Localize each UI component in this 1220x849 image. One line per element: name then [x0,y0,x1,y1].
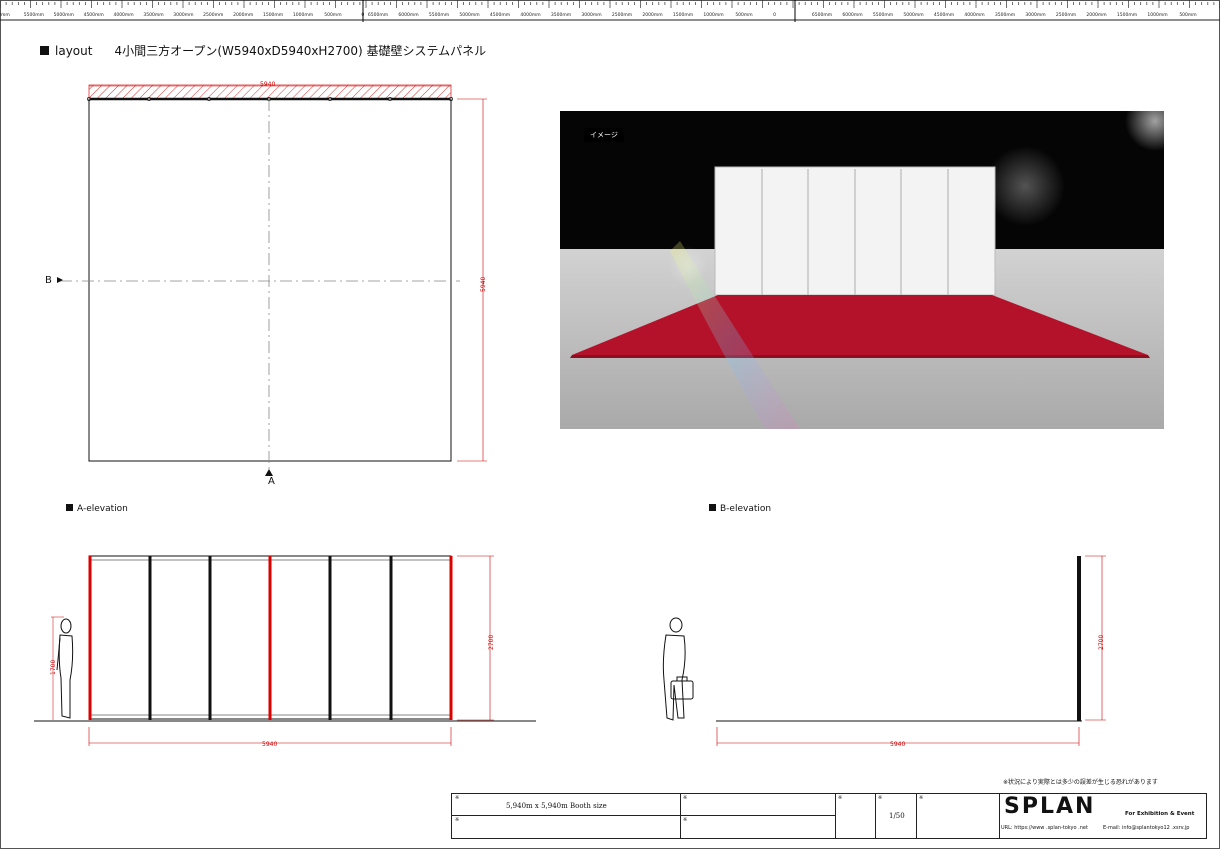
plan-width-dimension: 5940 [260,81,276,88]
b-width-dimension: 5940 [890,741,906,748]
marker-a: A [268,476,275,487]
render-label: イメージ [584,128,624,142]
plan-depth-dimension: 5940 [480,276,487,292]
mark-7: ※ [919,795,924,801]
mark-4: ※ [683,817,688,823]
ruler-label: 1000mm [703,12,723,18]
person-height-dimension: 1700 [50,659,57,675]
company-url: URL: https://www .splan-tokyo .net [1001,825,1088,831]
ruler-label: 3000mm [1025,12,1045,18]
ruler-label: 2000mm [642,12,662,18]
scale-text: 1/50 [889,812,905,820]
mark-1: ※ [455,795,460,801]
booth-render-image [560,111,1164,429]
ruler-label: 500mm [735,12,752,18]
booth-size-text: 5,940m x 5,940m Booth size [506,802,607,810]
ruler-label: 1000mm [1147,12,1167,18]
ruler-label: 1500mm [1117,12,1137,18]
mark-3: ※ [683,795,688,801]
logo-tagline: For Exhibition & Event [1125,811,1195,817]
b-elevation-drawing [662,555,1106,746]
disclaimer-note: ※状況により実際とは多少の誤差が生じる恐れがあります [1003,779,1158,786]
a-width-dimension: 5940 [262,741,278,748]
mark-5: ※ [838,795,843,801]
ruler-label: 0 [773,12,776,18]
ruler-label: 3000mm [581,12,601,18]
mark-2: ※ [455,817,460,823]
ruler-label: 3500mm [995,12,1015,18]
ruler-label: 4500mm [934,12,954,18]
bullet-square-icon [709,504,716,511]
company-email: E-mail: info@splantokyo12 .xsrv.jp [1103,825,1190,831]
ruler-label: 2500mm [612,12,632,18]
booth-outline [88,98,452,462]
bullet-square-icon [66,504,73,511]
a-elevation-drawing [34,555,536,746]
b-height-dimension: 2700 [1098,634,1105,650]
ruler-label: 6000mm [842,12,862,18]
ruler-label: 2000mm [1086,12,1106,18]
ruler-label: 4000mm [964,12,984,18]
a-elevation-heading: A-elevation [66,504,128,514]
floor-plan [57,84,487,476]
title-block: ※ ※ ※ ※ ※ ※ ※ 5,940m x 5,940m Booth size… [451,793,1207,839]
ruler-label: 2500mm [1056,12,1076,18]
b-elevation-heading: B-elevation [709,504,771,514]
ruler-label: 6500mm [812,12,832,18]
person-with-briefcase-icon [662,617,694,721]
ruler-label: 5000mm [903,12,923,18]
ruler-label: 5500mm [873,12,893,18]
marker-b: B [45,275,52,286]
ruler-label: 500mm [1179,12,1196,18]
a-height-dimension: 2700 [488,634,495,650]
ruler-label: 1500mm [673,12,693,18]
mark-6: ※ [878,795,883,801]
splan-logo: SPLAN [1004,794,1096,819]
